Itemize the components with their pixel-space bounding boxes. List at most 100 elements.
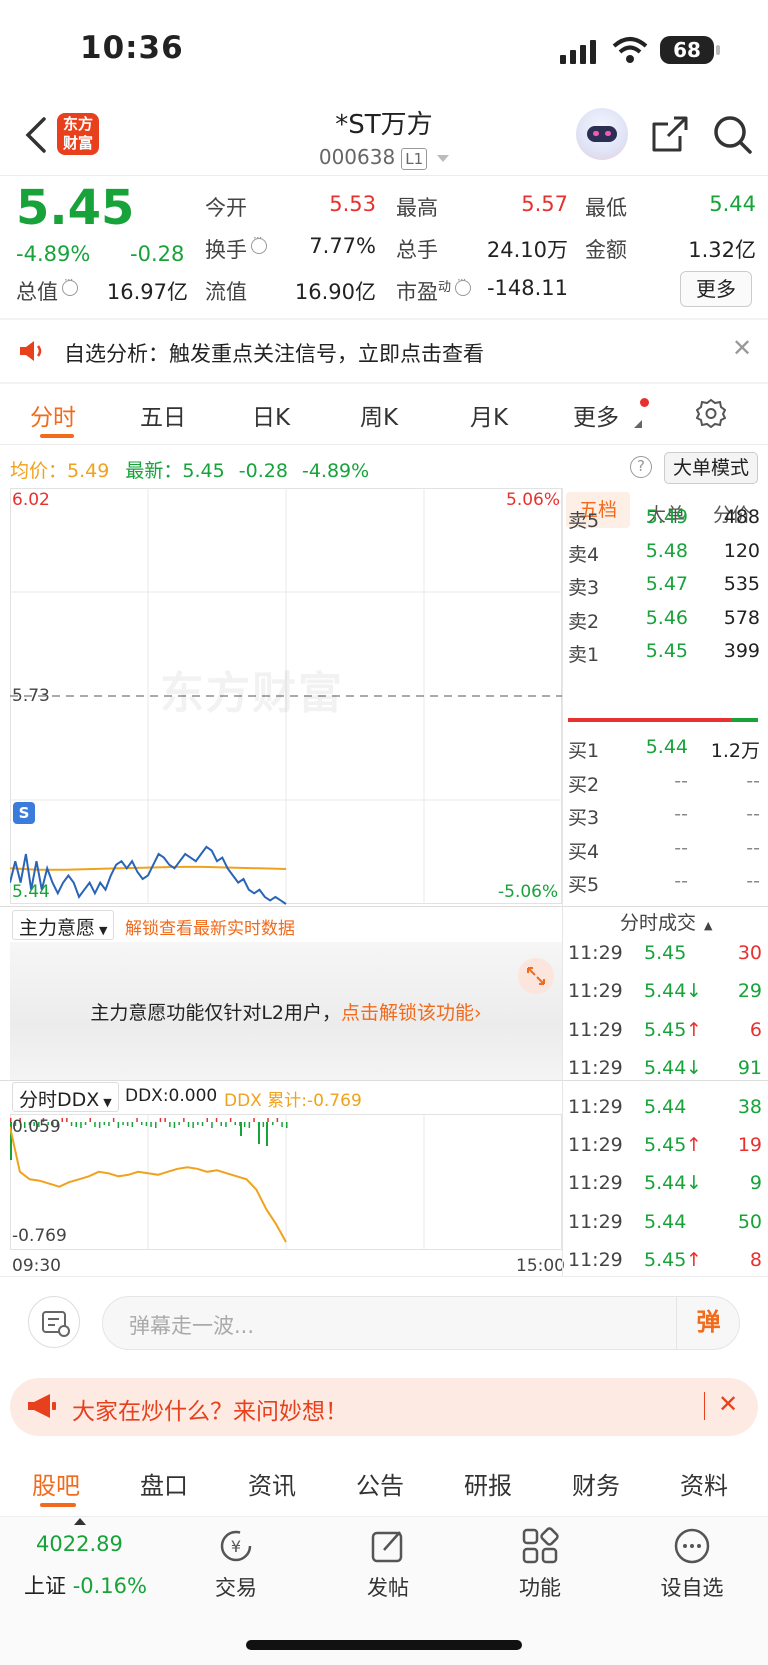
info-dots-icon[interactable] xyxy=(455,273,472,296)
ddx-bar xyxy=(248,1122,251,1128)
trade-icon[interactable]: ¥ xyxy=(216,1526,256,1566)
danmu-send-button[interactable]: 弹 xyxy=(676,1296,740,1350)
ddx-select[interactable]: 分时DDX ▼ xyxy=(12,1082,119,1112)
add-watchlist-icon[interactable] xyxy=(672,1526,712,1566)
help-icon[interactable]: ? xyxy=(630,456,652,478)
tab-finance[interactable]: 财务 xyxy=(572,1466,620,1501)
tick-volume: 38 xyxy=(737,1095,762,1118)
tab-profile[interactable]: 资料 xyxy=(680,1466,728,1501)
divider xyxy=(704,1392,705,1420)
ddx-bar xyxy=(253,1118,255,1122)
tick-time: 11:29 xyxy=(568,1172,623,1195)
ddx-bar xyxy=(201,1122,204,1126)
tab-daily-k[interactable]: 日K xyxy=(252,398,290,432)
status-time: 10:36 xyxy=(80,30,184,66)
sell-volume: 120 xyxy=(723,539,760,562)
open-value: 5.53 xyxy=(329,192,376,216)
search-icon[interactable] xyxy=(712,114,754,156)
ddx-bar xyxy=(262,1122,265,1127)
expand-up-icon[interactable] xyxy=(74,1518,86,1525)
chevron-down-icon[interactable] xyxy=(437,155,450,162)
pct-min-label: -5.06% xyxy=(498,882,559,902)
main-force-select[interactable]: 主力意愿 ▼ xyxy=(12,910,115,940)
tab-research[interactable]: 研报 xyxy=(464,1466,512,1501)
buy-volume: -- xyxy=(746,803,760,825)
sell-price: 5.45 xyxy=(645,640,688,662)
megaphone-icon xyxy=(28,1394,56,1418)
tick-volume: 29 xyxy=(737,980,762,1003)
ai-assistant-avatar[interactable] xyxy=(576,108,628,160)
buy-price: 5.44 xyxy=(645,736,688,758)
main-force-message: 主力意愿功能仅针对L2用户，点击解锁该功能› xyxy=(90,1002,482,1024)
latest-pct: -4.89% xyxy=(301,460,370,482)
more-quote-button[interactable]: 更多 xyxy=(680,271,752,307)
nav-add-watchlist[interactable]: 设自选 xyxy=(647,1572,737,1602)
tab-pankou[interactable]: 盘口 xyxy=(140,1466,188,1501)
sell-level: 卖2 xyxy=(568,610,600,633)
tab-intraday[interactable]: 分时 xyxy=(30,398,76,432)
info-dots-icon[interactable] xyxy=(62,273,78,296)
tab-weekly-k[interactable]: 周K xyxy=(360,398,398,432)
tab-announcements[interactable]: 公告 xyxy=(356,1466,404,1501)
nav-trade[interactable]: 交易 xyxy=(191,1572,281,1602)
sell-price: 5.48 xyxy=(645,539,688,562)
ddx-bar xyxy=(281,1122,283,1127)
vertical-divider xyxy=(562,488,563,1276)
unlock-link[interactable]: 解锁查看最新实时数据 xyxy=(125,914,295,939)
sell-price: 5.49 xyxy=(645,506,688,528)
tick-volume: 6 xyxy=(749,1018,762,1041)
svg-text:¥: ¥ xyxy=(231,1537,241,1556)
functions-icon[interactable] xyxy=(520,1526,560,1566)
post-icon[interactable] xyxy=(368,1526,408,1566)
share-icon[interactable] xyxy=(650,114,690,154)
tick-price: 5.44 xyxy=(644,1057,687,1080)
tick-price: 5.45 xyxy=(644,1249,687,1272)
nav-functions[interactable]: 功能 xyxy=(495,1572,585,1602)
buy-level: 买3 xyxy=(568,807,600,829)
divider xyxy=(0,444,768,445)
volume-label: 总手 xyxy=(396,238,438,262)
big-order-mode-button[interactable]: 大单模式 xyxy=(664,452,758,484)
ddx-bar xyxy=(220,1122,222,1126)
tab-underline xyxy=(40,434,74,438)
notice-text[interactable]: 自选分析：触发重点关注信号，立即点击查看 xyxy=(64,338,484,368)
float-cap-label: 流值 xyxy=(205,280,247,304)
danmu-input[interactable]: 弹幕走一波... xyxy=(102,1296,740,1350)
pe-value: -148.11 xyxy=(486,276,568,300)
tab-news[interactable]: 资讯 xyxy=(248,1466,296,1501)
stock-code: 000638 xyxy=(318,145,396,169)
buy-volume: 1.2万 xyxy=(710,740,760,762)
nav-post[interactable]: 发帖 xyxy=(343,1572,433,1602)
ticks-title[interactable]: 分时成交 ▲ xyxy=(620,908,712,935)
ddx-bar xyxy=(266,1122,268,1146)
chart-info-row: 均价：5.49 最新：5.45 -0.28 -4.89% xyxy=(10,460,370,482)
tick-price: 5.45 xyxy=(644,942,687,964)
tab-monthly-k[interactable]: 月K xyxy=(470,398,508,432)
sell-volume: 578 xyxy=(723,606,760,629)
info-dots-icon[interactable] xyxy=(251,231,267,254)
unlock-feature-link[interactable]: 点击解锁该功能 xyxy=(341,1002,474,1024)
index-value[interactable]: 4022.89 xyxy=(36,1532,123,1556)
gear-icon[interactable] xyxy=(696,398,726,428)
ddx-bar xyxy=(66,1118,68,1122)
latest-change: -0.28 xyxy=(238,460,288,482)
sell-signal-marker[interactable]: S xyxy=(13,802,35,824)
ddx-chart[interactable] xyxy=(10,1114,562,1250)
ddx-bar xyxy=(258,1122,260,1144)
pct-max-label: 5.06% xyxy=(506,490,561,510)
ddx-bar xyxy=(178,1122,180,1125)
close-notice-icon[interactable]: ✕ xyxy=(732,334,752,362)
ddx-bar xyxy=(211,1122,213,1128)
promo-text[interactable]: 大家在炒什么？来问妙想！ xyxy=(72,1392,348,1426)
index-row[interactable]: 上证 -0.16% xyxy=(24,1570,147,1600)
danmu-toggle-icon[interactable] xyxy=(28,1296,80,1348)
tab-5day[interactable]: 五日 xyxy=(140,398,186,432)
ddx-bar xyxy=(173,1122,176,1128)
ddx-bar xyxy=(286,1122,288,1128)
close-promo-icon[interactable]: ✕ xyxy=(718,1390,738,1418)
expand-icon[interactable] xyxy=(518,958,554,994)
ddx-bar xyxy=(164,1118,166,1122)
tab-more[interactable]: 更多 xyxy=(573,398,619,432)
ddx-bar xyxy=(131,1122,134,1127)
tab-guba[interactable]: 股吧 xyxy=(32,1466,80,1501)
